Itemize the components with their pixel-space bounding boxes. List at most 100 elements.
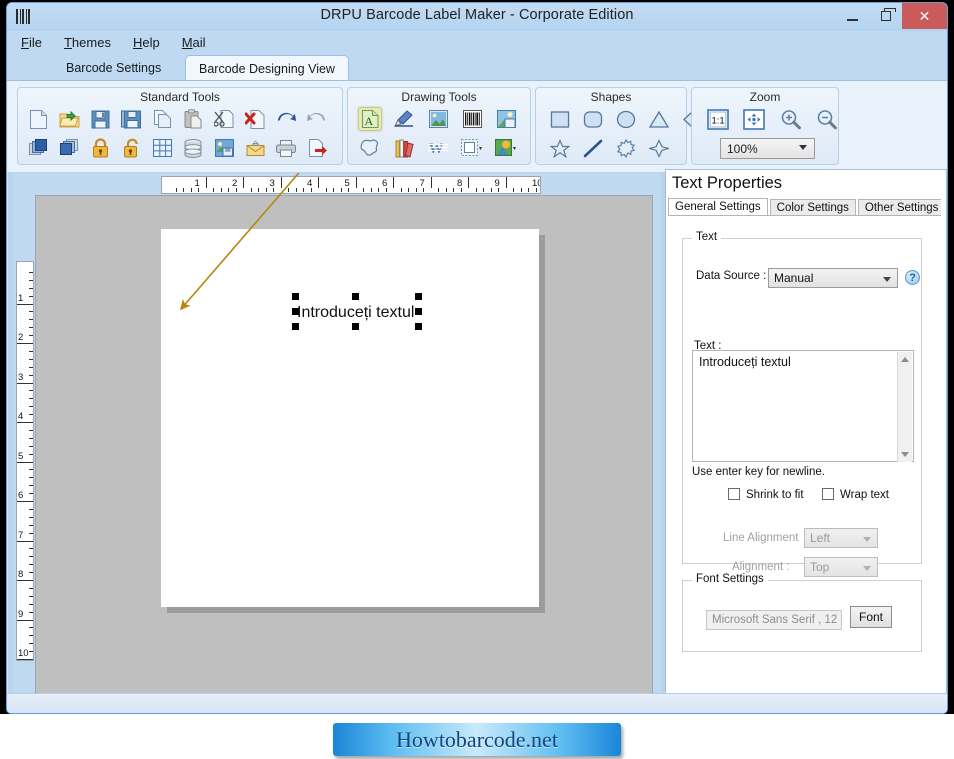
actual-size-icon[interactable]: 1:1 xyxy=(706,107,730,131)
panel-scrollbar[interactable] xyxy=(941,171,945,705)
zoom-level-value: 100% xyxy=(727,141,758,156)
ruler-tick-major xyxy=(205,177,207,188)
tab-color-settings[interactable]: Color Settings xyxy=(769,199,856,216)
image-library-icon[interactable] xyxy=(494,107,518,131)
scroll-down-icon[interactable] xyxy=(901,452,909,457)
ruler-tick-minor xyxy=(220,188,222,192)
main-tab-strip: Barcode Settings Barcode Designing View xyxy=(7,54,947,81)
ruler-tick-minor xyxy=(29,398,33,400)
delete-icon[interactable] xyxy=(243,107,267,131)
zoom-in-icon[interactable] xyxy=(778,107,802,131)
ruler-label: 1 xyxy=(18,292,24,304)
triangle-shape-icon[interactable] xyxy=(647,107,671,131)
ruler-tick-minor xyxy=(29,651,33,653)
open-folder-icon[interactable] xyxy=(57,107,81,131)
ruler-tick-minor xyxy=(29,429,33,431)
shape-gallery-icon[interactable] xyxy=(494,136,518,160)
menu-item-mail[interactable]: Mail xyxy=(182,35,206,50)
resize-handle-w[interactable] xyxy=(292,308,299,315)
ruler-label: 4 xyxy=(18,411,24,422)
barcode-tool-icon[interactable] xyxy=(460,107,484,131)
wrap-text-label: Wrap text xyxy=(840,489,889,501)
ruler-tick-minor xyxy=(29,572,33,574)
exit-icon[interactable] xyxy=(305,136,329,160)
minimize-button[interactable] xyxy=(836,3,869,29)
maximize-button[interactable] xyxy=(869,3,902,29)
scroll-up-icon[interactable] xyxy=(901,357,909,362)
burst-shape-icon[interactable] xyxy=(614,136,638,160)
fit-to-window-icon[interactable] xyxy=(742,107,766,131)
save-icon[interactable] xyxy=(88,107,112,131)
grid-icon[interactable] xyxy=(150,136,174,160)
resize-handle-se[interactable] xyxy=(415,323,422,330)
bring-to-front-icon[interactable] xyxy=(26,136,50,160)
tab-barcode-designing-view[interactable]: Barcode Designing View xyxy=(185,55,349,81)
ellipse-shape-icon[interactable] xyxy=(614,107,638,131)
font-button[interactable]: Font xyxy=(850,606,892,628)
ruler-tick-major xyxy=(430,177,432,188)
menu-bar: File Themes Help Mail xyxy=(7,31,947,54)
save-all-icon[interactable] xyxy=(119,107,143,131)
unlock-icon[interactable] xyxy=(119,136,143,160)
ruler-tick-minor xyxy=(213,188,214,192)
tab-barcode-settings[interactable]: Barcode Settings xyxy=(53,56,174,80)
new-document-icon[interactable] xyxy=(26,107,50,131)
ruler-tick-major xyxy=(17,540,33,542)
tab-general-settings[interactable]: General Settings xyxy=(668,198,768,216)
data-source-select[interactable]: Manual xyxy=(768,268,898,288)
signature-tool-icon[interactable] xyxy=(392,107,416,131)
watermark-icon[interactable]: W xyxy=(426,136,450,160)
undo-icon[interactable] xyxy=(274,107,298,131)
cut-icon[interactable] xyxy=(212,107,236,131)
resize-handle-s[interactable] xyxy=(352,323,359,330)
picture-tool-icon[interactable] xyxy=(426,107,450,131)
redo-icon[interactable] xyxy=(305,107,329,131)
zoom-out-icon[interactable] xyxy=(814,107,838,131)
line-alignment-select[interactable]: Left xyxy=(804,528,878,548)
help-icon[interactable]: ? xyxy=(905,270,920,285)
rounded-rectangle-shape-icon[interactable] xyxy=(581,107,605,131)
wrap-text-checkbox[interactable] xyxy=(822,488,834,500)
label-canvas-page[interactable]: Introduceți textul xyxy=(161,229,539,607)
resize-handle-ne[interactable] xyxy=(415,293,422,300)
copy-icon[interactable] xyxy=(150,107,174,131)
restore-icon xyxy=(880,8,896,21)
text-input-scrollbar[interactable] xyxy=(897,352,912,462)
tab-other-settings[interactable]: Other Settings xyxy=(857,199,946,216)
library-icon[interactable] xyxy=(392,136,416,160)
rectangle-shape-icon[interactable] xyxy=(548,107,572,131)
canvas-viewport[interactable]: Introduceți textul xyxy=(35,195,653,695)
ruler-tick-minor xyxy=(303,188,304,192)
resize-handle-nw[interactable] xyxy=(292,293,299,300)
ruler-tick-minor xyxy=(29,366,33,368)
line-shape-icon[interactable] xyxy=(581,136,605,160)
menu-item-themes-rest: hemes xyxy=(71,35,111,50)
frame-icon[interactable] xyxy=(460,136,484,160)
toolbar-group-standard-tools: Standard Tools xyxy=(17,87,343,165)
send-to-back-icon[interactable] xyxy=(57,136,81,160)
export-image-icon[interactable] xyxy=(212,136,236,160)
canvas-text-object[interactable]: Introduceți textul xyxy=(292,293,422,330)
ruler-label: 7 xyxy=(18,529,24,541)
lock-icon[interactable] xyxy=(88,136,112,160)
menu-item-file-rest: ile xyxy=(28,35,42,50)
text-input[interactable]: Introduceți textul xyxy=(692,350,914,462)
print-icon[interactable] xyxy=(274,136,298,160)
resize-handle-n[interactable] xyxy=(352,293,359,300)
menu-item-help[interactable]: Help xyxy=(133,35,160,50)
paste-icon[interactable] xyxy=(181,107,205,131)
star4-shape-icon[interactable] xyxy=(647,136,671,160)
text-tool-icon[interactable]: A xyxy=(358,107,382,131)
star5-shape-icon[interactable] xyxy=(548,136,572,160)
freehand-shape-icon[interactable] xyxy=(358,136,382,160)
shrink-to-fit-checkbox[interactable] xyxy=(728,488,740,500)
email-icon[interactable] xyxy=(243,136,267,160)
zoom-level-select[interactable]: 100% xyxy=(720,138,815,159)
menu-item-file[interactable]: File xyxy=(21,35,42,50)
database-icon[interactable] xyxy=(181,136,205,160)
alignment-select[interactable]: Top xyxy=(804,557,878,577)
resize-handle-sw[interactable] xyxy=(292,323,299,330)
close-button[interactable]: ✕ xyxy=(902,3,947,29)
menu-item-themes[interactable]: Themes xyxy=(64,35,111,50)
resize-handle-e[interactable] xyxy=(415,308,422,315)
